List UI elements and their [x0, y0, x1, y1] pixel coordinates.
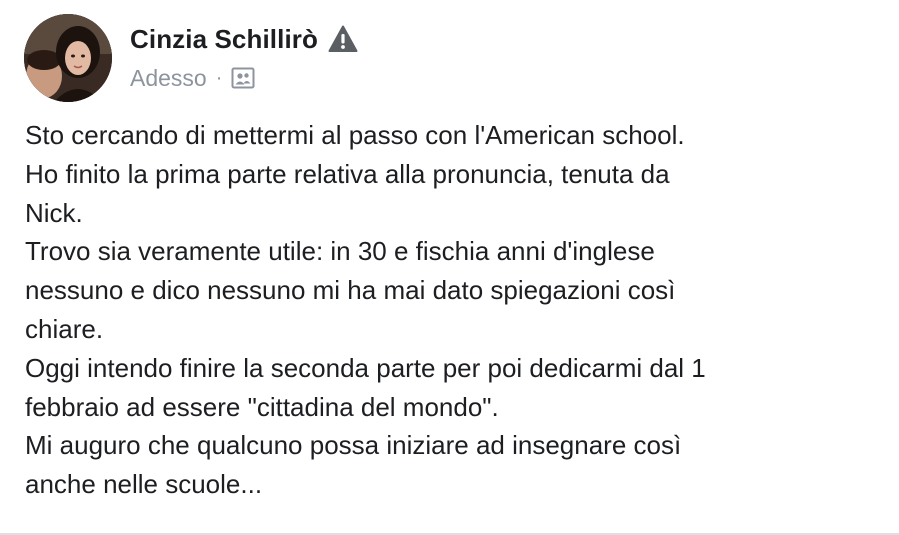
friends-audience-icon[interactable]	[231, 66, 255, 90]
author-row: Cinzia Schillirò	[130, 22, 358, 56]
author-name[interactable]: Cinzia Schillirò	[130, 24, 318, 55]
post-text-line: Sto cercando di mettermi al passo con l'…	[25, 120, 685, 150]
post-body-text: Sto cercando di mettermi al passo con l'…	[25, 116, 885, 504]
avatar-photo	[24, 14, 112, 102]
post-text-line: Nick.	[25, 197, 83, 228]
post-subtitle: Adesso ·	[130, 64, 358, 92]
post-text-line: Ho finito la prima parte relativa alla p…	[25, 158, 670, 189]
post-text-line: chiare.	[25, 313, 104, 344]
meta-separator: ·	[215, 66, 223, 89]
post-text-line: Oggi intendo finire la seconda parte per…	[25, 352, 706, 383]
post-header: Cinzia Schillirò Adesso ·	[24, 14, 358, 104]
post-text-line: anche nelle scuole...	[25, 469, 263, 500]
facebook-post: Cinzia Schillirò Adesso · Sto cercando d…	[0, 0, 899, 535]
post-text-line: nessuno e dico nessuno mi ha mai dato sp…	[25, 275, 676, 306]
post-timestamp[interactable]: Adesso	[130, 65, 207, 92]
post-text-line: febbraio ad essere "cittadina del mondo"…	[25, 391, 499, 422]
warning-triangle-icon[interactable]	[328, 25, 358, 53]
post-text-line: Mi auguro che qualcuno possa iniziare ad…	[25, 430, 682, 461]
author-avatar[interactable]	[24, 14, 112, 102]
post-meta: Cinzia Schillirò Adesso ·	[130, 22, 358, 92]
post-text-line: Trovo sia veramente utile: in 30 e fisch…	[25, 236, 655, 267]
